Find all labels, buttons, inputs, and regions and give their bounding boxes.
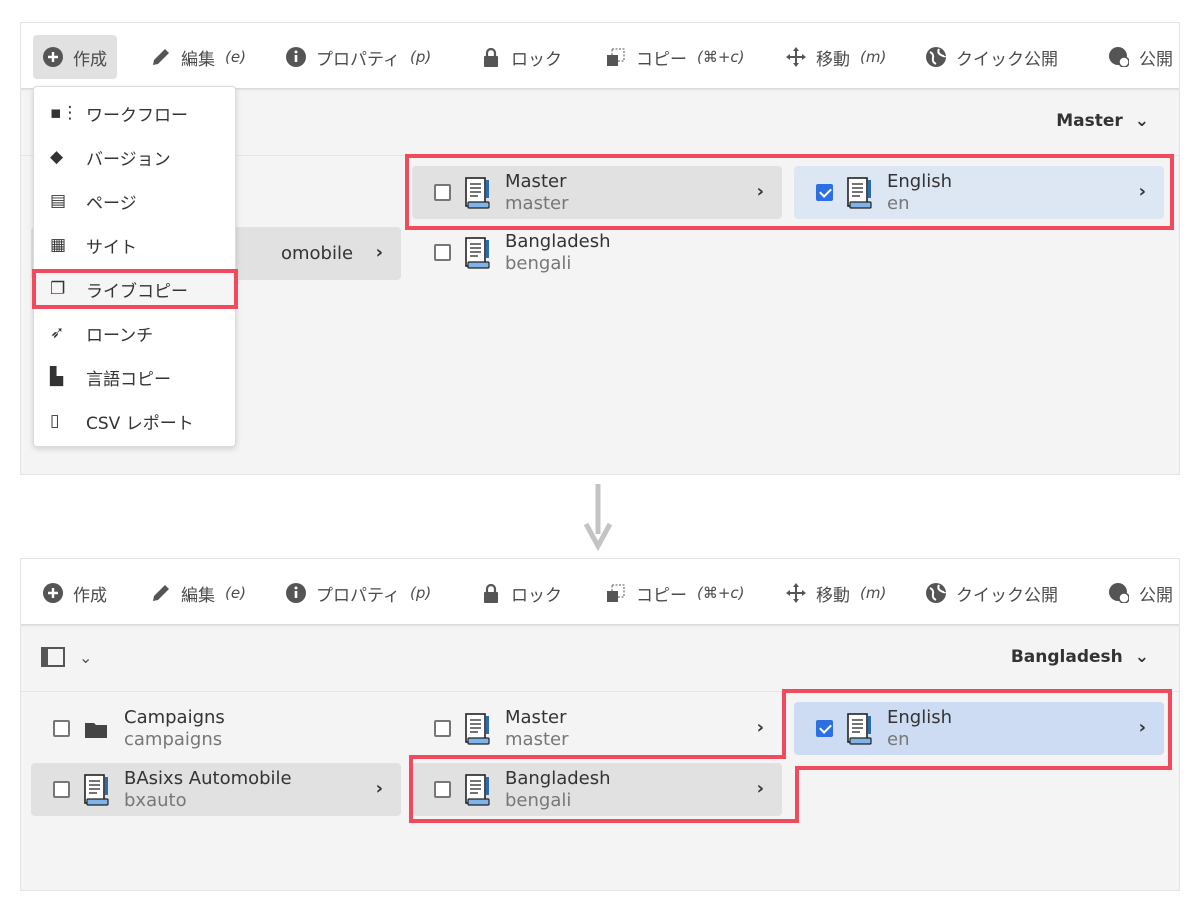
plus-circle-icon bbox=[43, 47, 63, 67]
list-item[interactable]: Bangladesh bengali bbox=[412, 226, 782, 279]
after-panel: 作成 編集 (e) プロパティ (p) ロック コピー (⌘+c) 移動 (m) クイッ… bbox=[20, 558, 1180, 891]
menu-item-page[interactable]: ▤ ページ bbox=[34, 183, 235, 219]
copy-button[interactable]: コピー (⌘+c) bbox=[596, 35, 755, 79]
menu-item-launch[interactable]: ➶ ローンチ bbox=[34, 315, 235, 351]
language-copy-icon: ▙ bbox=[50, 367, 64, 387]
publish-button[interactable]: 公開 bbox=[1099, 35, 1179, 79]
quick-publish-button[interactable]: クイック公開 bbox=[916, 35, 1068, 79]
action-toolbar: 作成 編集 (e) プロパティ (p) ロック コピー (⌘+c) 移動 (m) クイッ… bbox=[21, 23, 1179, 89]
move-button[interactable]: 移動 (m) bbox=[776, 35, 896, 79]
create-button[interactable]: 作成 bbox=[33, 35, 117, 79]
down-arrow-icon bbox=[583, 484, 613, 552]
workflow-icon: ▪⋮ bbox=[50, 103, 79, 123]
info-icon bbox=[286, 47, 306, 67]
layers-icon: ◆ bbox=[50, 147, 64, 167]
chevron-right-icon[interactable]: › bbox=[376, 242, 383, 263]
globe-clock-icon bbox=[1109, 47, 1129, 67]
edit-button[interactable]: 編集 (e) bbox=[141, 35, 256, 79]
site-icon: ▦ bbox=[50, 235, 67, 255]
menu-item-version[interactable]: ◆ バージョン bbox=[34, 139, 235, 175]
menu-item-site[interactable]: ▦ サイト bbox=[34, 227, 235, 263]
lock-icon bbox=[484, 47, 498, 67]
csv-report-icon: ▯ bbox=[50, 411, 60, 431]
highlight-box bbox=[32, 269, 238, 309]
move-icon bbox=[786, 47, 806, 67]
launch-icon: ➶ bbox=[50, 323, 65, 343]
page-icon: ▤ bbox=[50, 191, 67, 211]
chevron-down-icon: ⌄ bbox=[1134, 111, 1149, 131]
properties-button[interactable]: プロパティ (p) bbox=[276, 35, 441, 79]
view-selector[interactable]: Master ⌄ bbox=[1056, 111, 1149, 131]
menu-item-workflow[interactable]: ▪⋮ ワークフロー bbox=[34, 95, 235, 131]
copy-icon bbox=[607, 48, 625, 66]
page-icon bbox=[463, 236, 491, 270]
checkbox[interactable] bbox=[434, 244, 451, 261]
pencil-icon bbox=[153, 49, 169, 65]
globe-icon bbox=[926, 47, 946, 67]
highlight-outline bbox=[409, 689, 1172, 823]
highlight-box bbox=[405, 154, 1174, 230]
create-menu: ▪⋮ ワークフロー ◆ バージョン ▤ ページ ▦ サイト ❐ ライブコピー ➶ ローンチ … bbox=[33, 86, 236, 447]
menu-item-csv-report[interactable]: ▯ CSV レポート bbox=[34, 403, 235, 439]
lock-button[interactable]: ロック bbox=[471, 35, 572, 79]
menu-item-language-copy[interactable]: ▙ 言語コピー bbox=[34, 359, 235, 395]
